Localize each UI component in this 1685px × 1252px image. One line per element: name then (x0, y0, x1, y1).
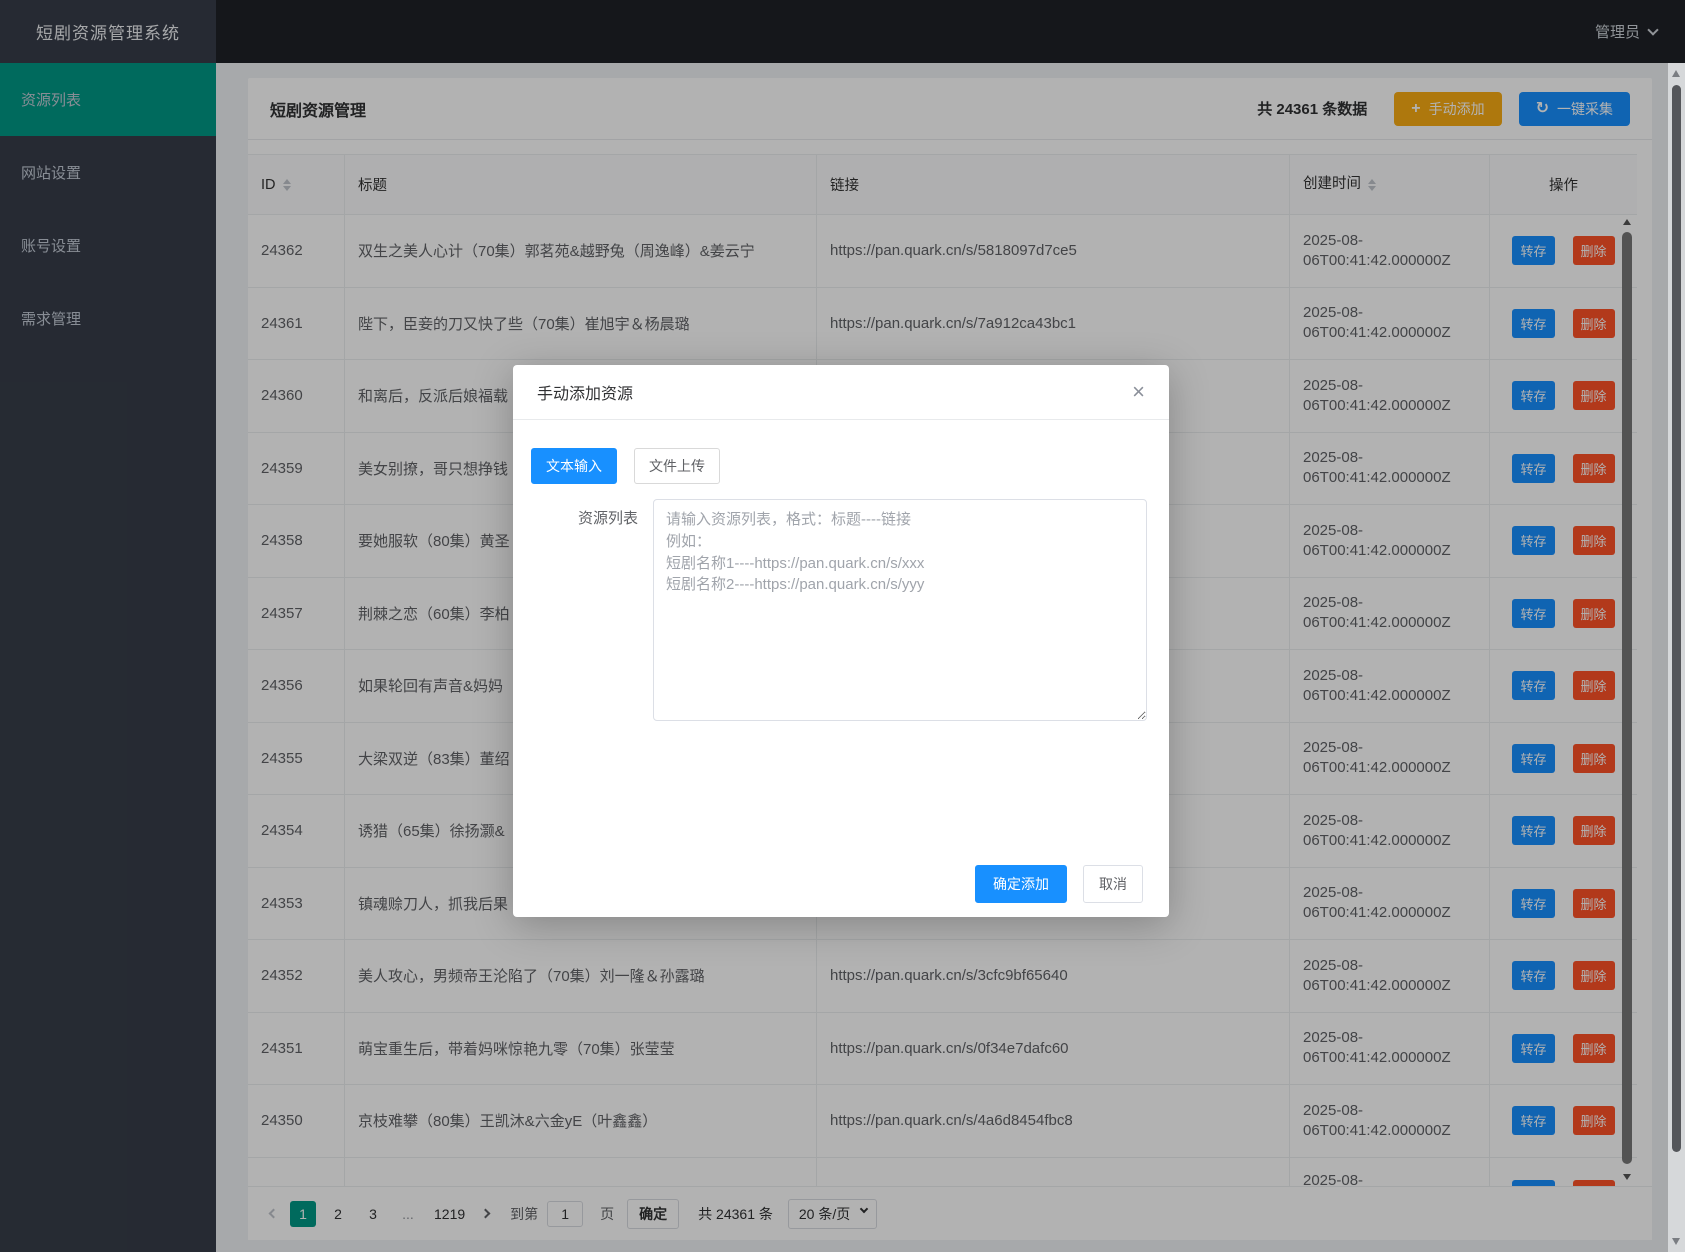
close-icon[interactable]: × (1132, 381, 1145, 403)
modal-header: 手动添加资源 × (513, 365, 1169, 420)
modal-tab[interactable]: 文本输入 (531, 448, 617, 484)
modal-tab[interactable]: 文件上传 (634, 448, 720, 484)
resource-list-label: 资源列表 (513, 507, 638, 528)
scroll-down-arrow-icon[interactable] (1672, 1238, 1680, 1245)
add-resource-modal: 手动添加资源 × 文本输入 文件上传 资源列表 确定添加 取消 (513, 365, 1169, 917)
resource-list-textarea[interactable] (653, 499, 1147, 721)
modal-tabs: 文本输入 文件上传 (531, 448, 720, 484)
modal-body: 文本输入 文件上传 资源列表 确定添加 取消 (513, 420, 1169, 917)
confirm-add-button[interactable]: 确定添加 (975, 865, 1067, 903)
cancel-button[interactable]: 取消 (1083, 865, 1143, 903)
app-root: 管理员 短剧资源管理系统 资源列表 网站设置 账号设置 需求管理 (0, 0, 1685, 1252)
page-scrollbar[interactable] (1668, 63, 1685, 1252)
page-scrollbar-thumb[interactable] (1672, 85, 1681, 1152)
modal-title: 手动添加资源 (537, 380, 633, 404)
scroll-up-arrow-icon[interactable] (1672, 70, 1680, 77)
modal-footer: 确定添加 取消 (975, 865, 1143, 903)
